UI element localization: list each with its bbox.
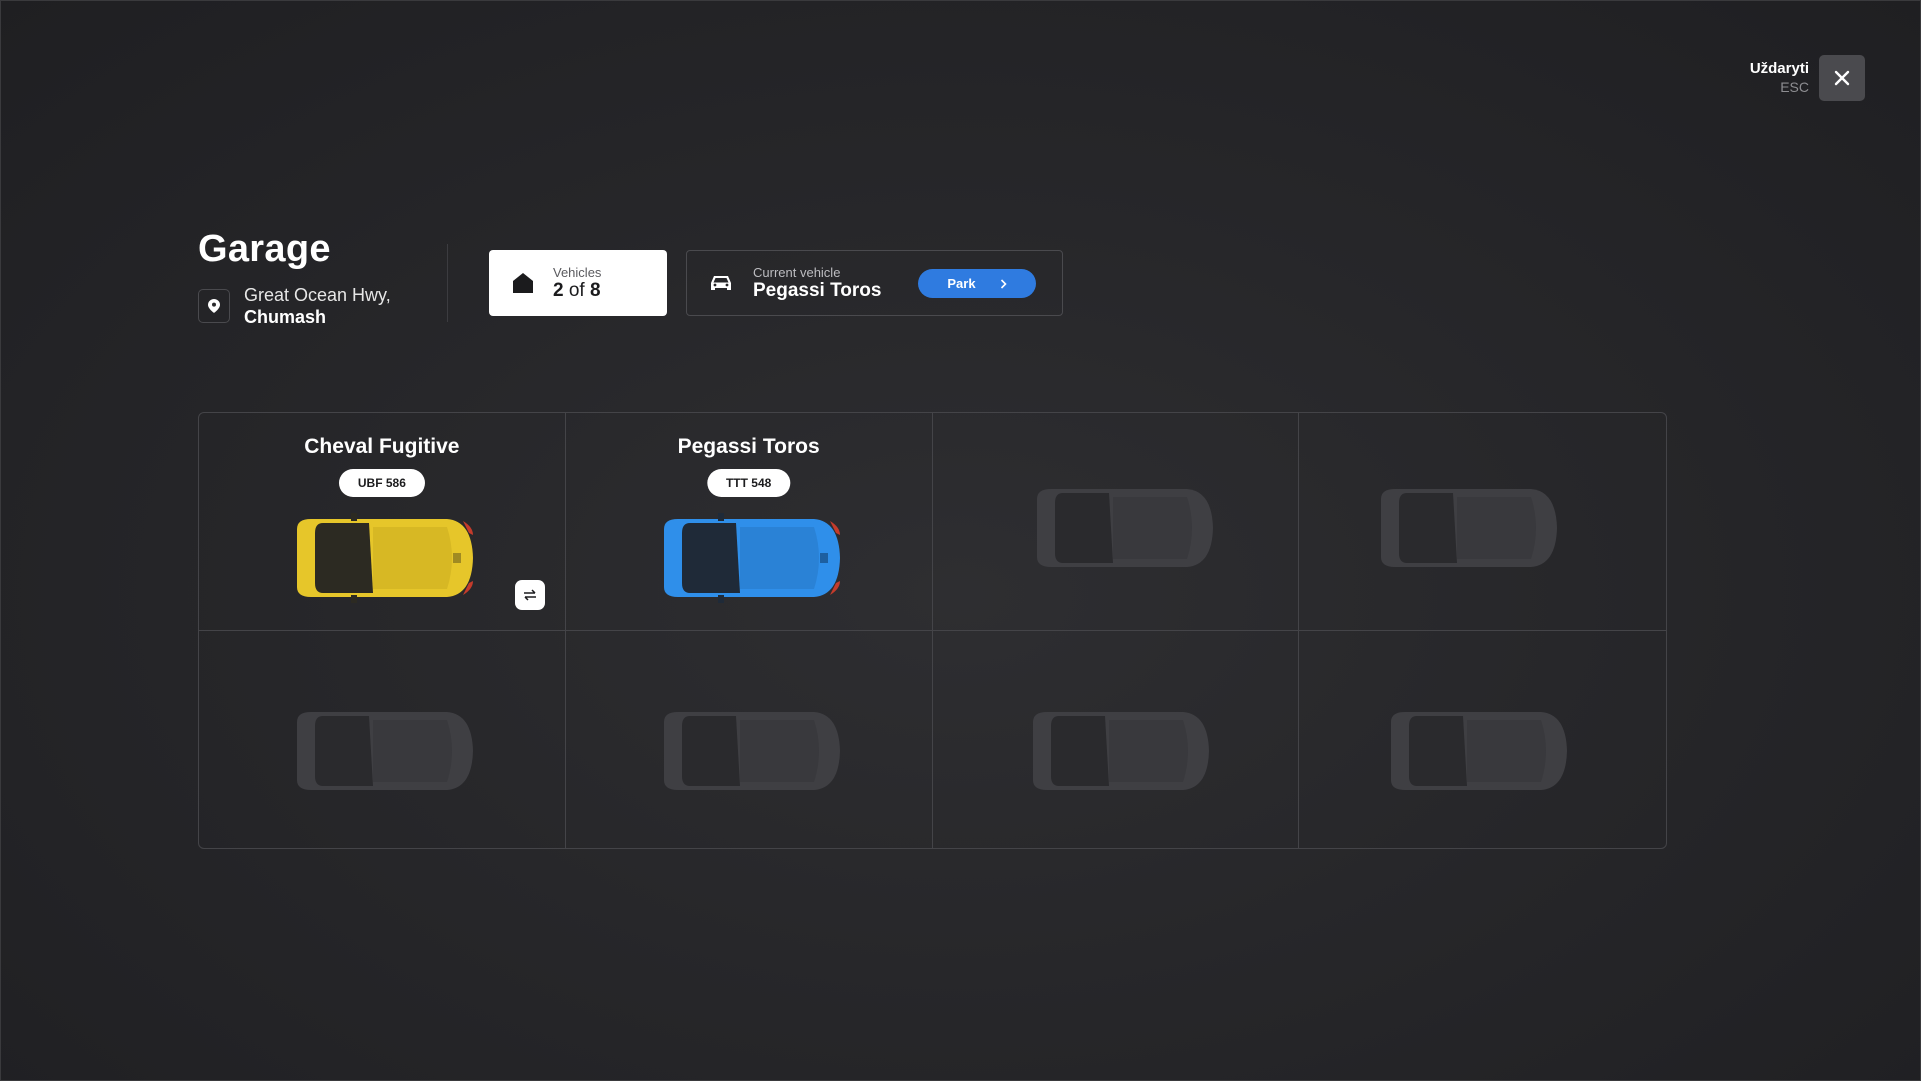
vehicles-count-card: Vehicles 2 of 8 xyxy=(489,250,667,316)
license-plate: UBF 586 xyxy=(338,469,425,497)
empty-slot-car-icon xyxy=(1036,489,1213,567)
park-button[interactable]: Park xyxy=(918,269,1036,298)
garage-slot-5[interactable] xyxy=(199,630,566,848)
close-icon xyxy=(1834,70,1850,86)
garage-icon xyxy=(513,273,533,293)
yellow-car-icon xyxy=(297,513,473,603)
chevron-right-icon xyxy=(1000,278,1007,289)
garage-slot-6[interactable] xyxy=(566,630,933,848)
garage-slot-1[interactable]: Cheval Fugitive UBF 586 xyxy=(199,413,566,631)
license-plate: TTT 548 xyxy=(706,469,791,497)
close-area: Uždaryti ESC xyxy=(1750,55,1865,101)
garage-slots-grid: Cheval Fugitive UBF 586 Pegassi Toros TT… xyxy=(198,412,1667,849)
swap-icon xyxy=(523,588,536,601)
swap-button[interactable] xyxy=(514,579,545,610)
current-vehicle-name: Pegassi Toros xyxy=(753,279,882,301)
empty-slot-car-icon xyxy=(1032,711,1209,790)
vehicle-name: Pegassi Toros xyxy=(677,435,820,458)
garage-slot-4[interactable] xyxy=(1299,413,1666,631)
location-street: Great Ocean Hwy, xyxy=(244,285,391,305)
garage-slot-7[interactable] xyxy=(933,630,1300,848)
vehicles-label: Vehicles xyxy=(553,264,602,280)
map-pin-icon xyxy=(208,299,220,313)
header-divider xyxy=(447,244,448,322)
close-key-hint: ESC xyxy=(1780,78,1809,95)
empty-slot-car-icon xyxy=(1381,489,1558,567)
blue-car-icon xyxy=(663,513,840,603)
empty-slot-car-icon xyxy=(663,711,840,790)
vehicle-name: Cheval Fugitive xyxy=(304,435,460,458)
vehicles-count: 2 of 8 xyxy=(553,279,601,301)
garage-slot-3[interactable] xyxy=(932,413,1300,631)
garage-slot-2[interactable]: Pegassi Toros TTT 548 xyxy=(565,413,933,631)
close-button[interactable] xyxy=(1819,55,1865,101)
car-icon xyxy=(711,276,731,290)
page-title: Garage xyxy=(198,228,331,270)
park-button-label: Park xyxy=(947,276,976,291)
location-area: Chumash xyxy=(244,307,327,327)
close-label: Uždaryti xyxy=(1749,59,1809,77)
current-vehicle-card: Current vehicle Pegassi Toros Park xyxy=(686,250,1063,316)
empty-slot-car-icon xyxy=(1391,711,1568,790)
current-vehicle-label: Current vehicle xyxy=(753,264,841,280)
empty-slot-car-icon xyxy=(297,711,473,790)
garage-location: Great Ocean Hwy, Chumash xyxy=(198,284,391,328)
garage-slot-8[interactable] xyxy=(1299,631,1666,849)
